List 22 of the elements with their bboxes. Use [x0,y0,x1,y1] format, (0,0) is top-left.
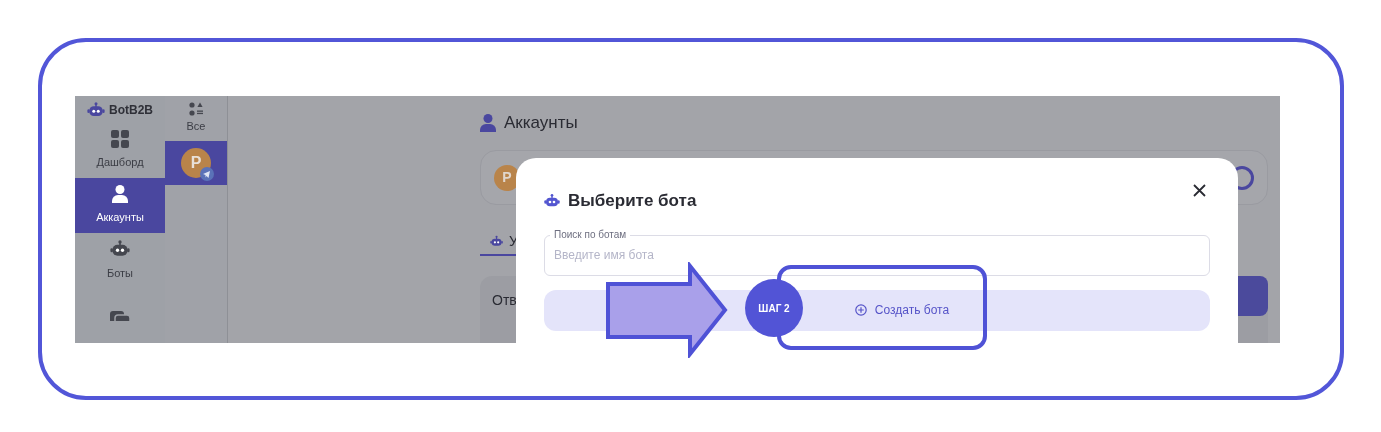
panel-label: Отв [492,291,517,310]
avatar: P [494,164,520,191]
grid-icon [111,130,129,149]
plus-circle-icon [854,304,867,316]
nav-item[interactable]: Дашборд [75,123,165,178]
bot-icon [544,192,560,209]
close-icon[interactable] [1193,184,1206,198]
logo-text: BotB2B [109,101,153,119]
bot-icon [490,234,504,249]
telegram-icon [200,167,214,181]
chat-icon [110,310,130,321]
user-icon [112,185,128,204]
nav-item[interactable]: Боты [75,233,165,288]
modal-title: Выберите бота [568,190,697,212]
categories-icon [189,102,203,117]
account-filter-item[interactable]: P [165,141,227,185]
search-label: Поиск по ботам [550,227,631,241]
nav-item[interactable]: Аккаунты [75,178,165,233]
logo-icon [87,100,105,119]
page-title: Аккаунты [504,112,578,135]
all-filter[interactable]: Все [165,96,227,141]
user-icon [480,114,496,132]
